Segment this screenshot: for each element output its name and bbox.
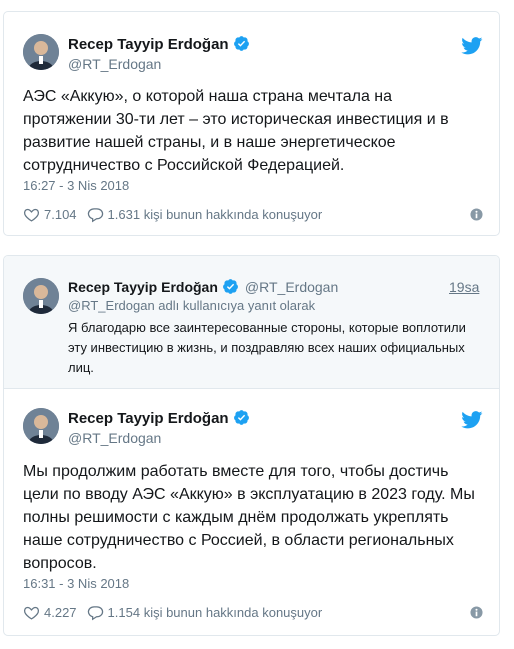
info-icon[interactable] [470, 208, 483, 221]
author-name[interactable]: Recep Tayyip Erdoğan [68, 35, 250, 53]
reply-action[interactable]: 1.631 kişi bunun hakkında konuşuyor [87, 206, 323, 223]
reply-tweet-text: Я благодарю все заинтересованные стороны… [68, 320, 466, 375]
twitter-bird-icon[interactable] [461, 37, 483, 55]
author-handle[interactable]: @RT_Erdogan [68, 430, 161, 446]
speech-bubble-icon[interactable] [87, 206, 104, 223]
author-name-text[interactable]: Recep Tayyip Erdoğan [68, 36, 229, 53]
tweet-timestamp[interactable]: 16:27 - 3 Nis 2018 [23, 178, 129, 193]
twitter-bird-icon[interactable] [461, 411, 483, 429]
reply-action[interactable]: 1.154 kişi bunun hakkında konuşuyor [87, 604, 323, 621]
heart-icon[interactable] [23, 604, 40, 621]
tweet-text: Мы продолжим работать вместе для того, ч… [23, 463, 475, 572]
reply-author-name-text[interactable]: Recep Tayyip Erdoğan [68, 279, 218, 295]
tweet-card-2: Recep Tayyip Erdoğan @RT_Erdogan 19sa @RT… [3, 255, 500, 636]
conversation-count[interactable]: 1.154 kişi bunun hakkında konuşuyor [108, 605, 323, 620]
author-name[interactable]: Recep Tayyip Erdoğan [68, 409, 250, 427]
verified-badge-icon [222, 278, 239, 295]
author-avatar[interactable] [23, 34, 59, 70]
conversation-count[interactable]: 1.631 kişi bunun hakkında konuşuyor [108, 207, 323, 222]
like-count: 4.227 [44, 604, 77, 620]
reply-author-name[interactable]: Recep Tayyip Erdoğan @RT_Erdogan [68, 278, 338, 295]
like-action[interactable]: 4.227 [23, 604, 77, 621]
reply-time[interactable]: 19sa [449, 279, 479, 295]
tweet-card-1: Recep Tayyip Erdoğan @RT_Erdogan АЭС «Ак… [3, 11, 500, 236]
info-icon[interactable] [470, 606, 483, 619]
tweet-timestamp[interactable]: 16:31 - 3 Nis 2018 [23, 576, 129, 591]
tweet-text: АЭС «Аккую», о которой наша страна мечта… [23, 88, 449, 174]
reply-tweet[interactable]: Recep Tayyip Erdoğan @RT_Erdogan 19sa @RT… [4, 256, 499, 389]
reply-author-avatar[interactable] [23, 278, 59, 314]
reply-author-handle[interactable]: @RT_Erdogan [245, 279, 338, 295]
tweet-actions: 7.104 1.631 kişi bunun hakkında konuşuyo… [23, 204, 332, 224]
verified-badge-icon [233, 409, 250, 426]
like-count: 7.104 [44, 206, 77, 222]
tweet-actions: 4.227 1.154 kişi bunun hakkında konuşuyo… [23, 602, 332, 622]
author-handle[interactable]: @RT_Erdogan [68, 56, 161, 72]
like-action[interactable]: 7.104 [23, 206, 77, 223]
heart-icon[interactable] [23, 206, 40, 223]
author-name-text[interactable]: Recep Tayyip Erdoğan [68, 410, 229, 427]
verified-badge-icon [233, 35, 250, 52]
reply-context: @RT_Erdogan adlı kullanıcıya yanıt olara… [68, 298, 316, 313]
author-avatar[interactable] [23, 408, 59, 444]
speech-bubble-icon[interactable] [87, 604, 104, 621]
